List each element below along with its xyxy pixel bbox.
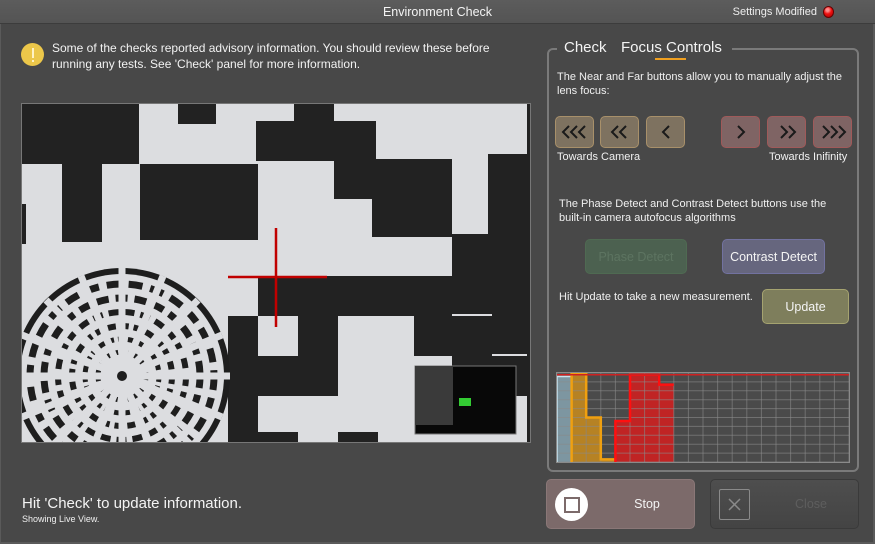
autofocus-description: The Phase Detect and Contrast Detect but… — [559, 198, 827, 224]
focus-far-small-button[interactable] — [721, 116, 760, 148]
chart-bar — [557, 376, 572, 462]
title-bar: Environment Check Settings Modified — [0, 0, 875, 24]
focus-measurement-chart — [556, 372, 850, 463]
settings-status: Settings Modified — [732, 6, 817, 18]
chart-bar — [615, 421, 630, 462]
focus-far-large-button[interactable] — [813, 116, 852, 148]
stop-icon — [555, 488, 588, 521]
double-chevron-right-icon — [779, 125, 796, 139]
chevron-left-icon — [661, 125, 670, 139]
close-button[interactable]: Close — [710, 479, 859, 529]
chart-bar — [644, 374, 660, 462]
focus-far-medium-button[interactable] — [767, 116, 806, 148]
focus-near-large-button[interactable] — [555, 116, 594, 148]
towards-infinity-caption: Towards Inifinity — [769, 151, 848, 163]
chevron-right-icon — [736, 125, 745, 139]
close-label: Close — [795, 497, 827, 511]
focus-near-small-button[interactable] — [646, 116, 685, 148]
live-view-image — [22, 104, 530, 442]
phase-detect-button[interactable]: Phase Detect — [585, 239, 687, 274]
advisory-message: Some of the checks reported advisory inf… — [52, 41, 490, 71]
contrast-detect-button[interactable]: Contrast Detect — [722, 239, 825, 274]
tab-check[interactable]: Check — [564, 39, 607, 56]
update-description: Hit Update to take a new measurement. — [559, 291, 753, 303]
stop-button[interactable]: Stop — [546, 479, 695, 529]
chart-bar — [586, 417, 601, 462]
manual-focus-description: The Near and Far buttons allow you to ma… — [557, 71, 842, 97]
focus-near-medium-button[interactable] — [600, 116, 639, 148]
warning-icon — [21, 43, 44, 66]
triple-chevron-right-icon — [821, 125, 846, 139]
live-view[interactable] — [21, 103, 531, 443]
tab-focus-controls[interactable]: Focus Controls — [621, 39, 722, 56]
chart-bar — [630, 374, 645, 462]
active-tab-indicator — [655, 58, 686, 60]
window-border-left — [0, 24, 1, 544]
stop-label: Stop — [634, 497, 660, 511]
status-message: Hit 'Check' to update information. — [22, 495, 243, 512]
chart-bar — [659, 384, 674, 462]
settings-modified-indicator-icon — [823, 6, 834, 18]
status-submessage: Showing Live View. — [22, 514, 100, 524]
update-button[interactable]: Update — [762, 289, 849, 324]
focus-region-overlay — [414, 365, 517, 435]
double-chevron-left-icon — [610, 125, 627, 139]
triple-chevron-left-icon — [561, 125, 586, 139]
close-icon — [719, 489, 750, 520]
towards-camera-caption: Towards Camera — [557, 151, 641, 163]
